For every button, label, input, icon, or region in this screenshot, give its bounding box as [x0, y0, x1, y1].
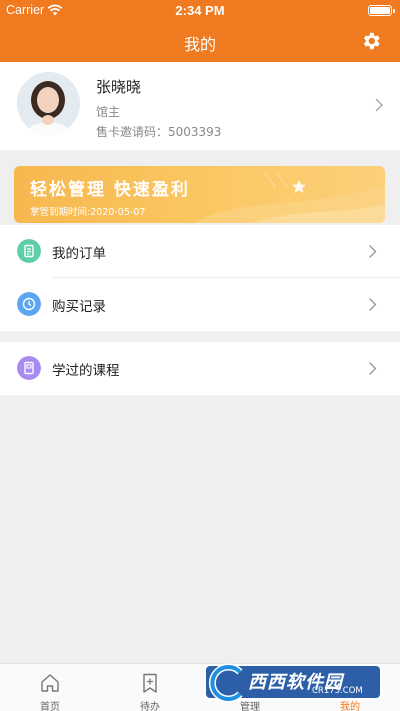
app-header: Carrier 2:34 PM 我的 [0, 0, 400, 62]
page-title: 我的 [183, 35, 216, 54]
banner-expiry: 掌管到期时间:2020-05-07 [30, 207, 146, 218]
profile-card[interactable]: 张晓晓 馆主 售卡邀请码：5003393 [0, 62, 400, 150]
tab-label: 首页 [40, 702, 60, 711]
tab-home[interactable]: 首页 [0, 664, 100, 711]
profile-role: 馆主 [96, 105, 121, 119]
chevron-right-icon [369, 245, 377, 258]
status-time: 2:34 PM [175, 3, 225, 18]
menu-label: 我的订单 [52, 246, 106, 262]
watermark-url: CR173.COM [312, 686, 363, 696]
menu-label: 购买记录 [52, 299, 106, 315]
watermark-c-icon [208, 663, 243, 703]
invite-code: 售卡邀请码：5003393 [96, 125, 222, 139]
menu-item-orders[interactable]: 我的订单 [0, 225, 400, 278]
tab-label: 待办 [140, 702, 160, 711]
chevron-right-icon [375, 98, 384, 112]
watermark-logo: 西西软件园 CR173.COM [200, 660, 382, 706]
document-icon [17, 239, 41, 263]
chevron-right-icon [369, 362, 377, 375]
profile-name: 张晓晓 [96, 78, 142, 96]
book-icon [17, 356, 41, 380]
menu-item-courses[interactable]: 学过的课程 [0, 342, 400, 395]
banner-title: 轻松管理 快速盈利 [30, 180, 190, 200]
menu-label: 学过的课程 [52, 363, 120, 379]
avatar[interactable] [17, 72, 80, 135]
promo-banner[interactable]: 轻松管理 快速盈利 掌管到期时间:2020-05-07 [14, 166, 385, 223]
menu-group-courses: 学过的课程 [0, 342, 400, 395]
menu-group-orders: 我的订单 购买记录 [0, 225, 400, 331]
bookmark-plus-icon [143, 673, 157, 693]
menu-item-purchase-history[interactable]: 购买记录 [0, 278, 400, 331]
status-bar: Carrier 2:34 PM [0, 0, 400, 20]
home-icon [41, 674, 59, 692]
chevron-right-icon [369, 298, 377, 311]
tab-todo[interactable]: 待办 [100, 664, 200, 711]
clock-icon [17, 292, 41, 316]
gear-icon[interactable] [360, 30, 382, 52]
battery-icon [368, 5, 395, 16]
